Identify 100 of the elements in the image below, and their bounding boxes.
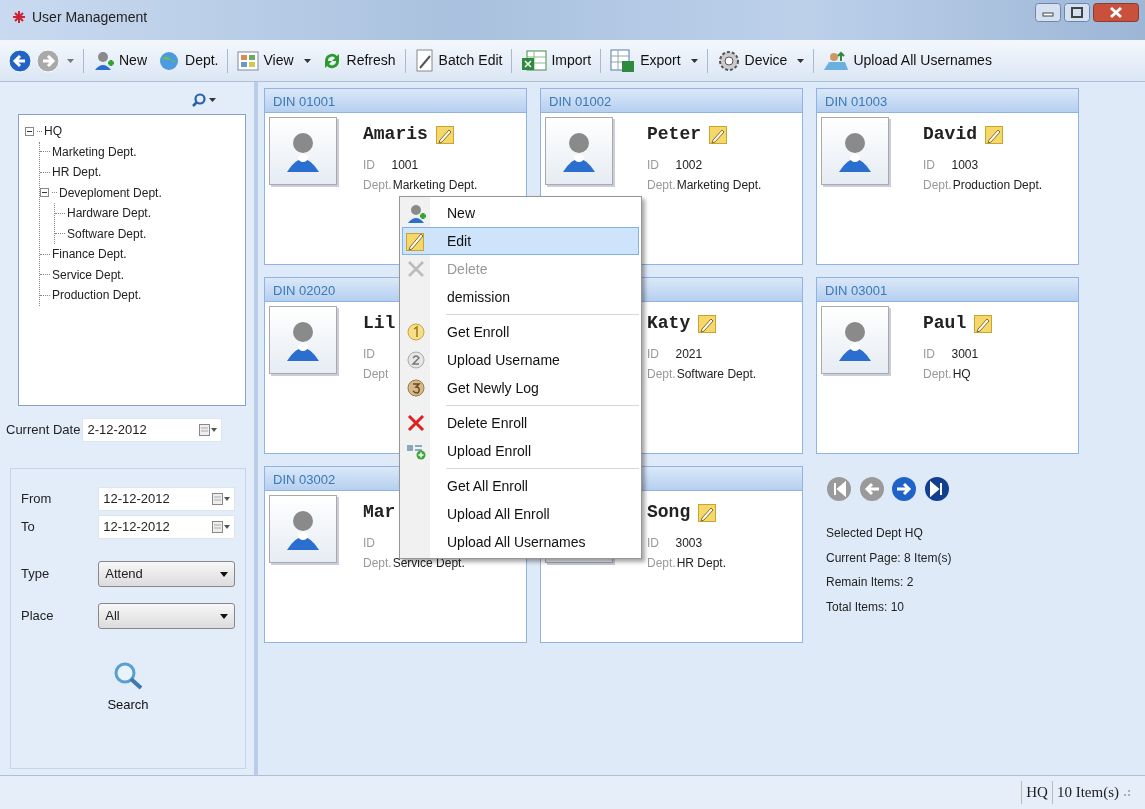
id-value: 1002 bbox=[675, 157, 703, 174]
dept-value: Software Dept. bbox=[676, 366, 757, 383]
toolbar-button[interactable]: Refresh bbox=[317, 47, 399, 74]
field-label: Dept. bbox=[363, 555, 392, 572]
id-value: 3003 bbox=[675, 535, 703, 552]
tree-item[interactable]: HR Dept. bbox=[52, 163, 102, 182]
dropdown-field[interactable]: Attend bbox=[98, 561, 235, 587]
cross-icon bbox=[407, 414, 425, 432]
field-label: ID bbox=[923, 157, 936, 174]
grid-view-icon bbox=[237, 49, 260, 72]
close-icon[interactable] bbox=[1093, 3, 1139, 23]
magnifier-icon bbox=[113, 661, 143, 691]
toolbar-button[interactable]: View bbox=[234, 47, 314, 74]
tree-item[interactable]: Software Dept. bbox=[67, 224, 147, 243]
user-name: Paul bbox=[923, 312, 967, 335]
collapse-toggle-icon[interactable] bbox=[40, 188, 49, 198]
edit-pencil-icon[interactable] bbox=[698, 314, 717, 333]
info-text: Total Items: 10 bbox=[826, 598, 906, 616]
resize-grip-icon bbox=[1123, 788, 1131, 797]
date-field[interactable]: 12-12-2012 bbox=[98, 515, 235, 539]
maximize-icon[interactable] bbox=[1063, 3, 1090, 23]
field-label: Dept. bbox=[923, 366, 952, 383]
edit-pencil-icon[interactable] bbox=[698, 503, 717, 522]
field-label: From bbox=[21, 490, 53, 509]
number-two-icon bbox=[407, 351, 425, 369]
din-label: DIN 03001 bbox=[825, 283, 888, 298]
info-text: Remain Items: 2 bbox=[826, 574, 915, 591]
user-add-icon bbox=[406, 203, 426, 223]
menu-item[interactable]: Edit bbox=[402, 227, 639, 255]
field-label: ID bbox=[363, 535, 376, 552]
toolbar-button[interactable]: Upload All Usernames bbox=[820, 47, 995, 74]
tree-item[interactable]: Service Dept. bbox=[52, 265, 125, 284]
dept-value: HQ bbox=[952, 366, 971, 383]
user-card[interactable]: DIN 03001 Paul ID 3001 Dept.HQ bbox=[816, 277, 1079, 454]
field-label: To bbox=[21, 518, 36, 537]
window-title: User Management bbox=[32, 7, 148, 27]
last-page-icon[interactable] bbox=[923, 476, 950, 502]
calendar-icon[interactable] bbox=[212, 521, 230, 533]
date-field[interactable]: 12-12-2012 bbox=[98, 487, 235, 511]
field-label: Dept. bbox=[647, 366, 676, 383]
tree-item[interactable]: Production Dept. bbox=[52, 286, 142, 305]
field-label: Type bbox=[21, 565, 51, 584]
tree-item[interactable]: Marketing Dept. bbox=[52, 142, 137, 161]
caret-icon[interactable] bbox=[209, 98, 216, 102]
id-value: 1003 bbox=[951, 157, 979, 174]
edit-pencil-icon[interactable] bbox=[985, 125, 1003, 144]
din-label: DIN 01003 bbox=[825, 94, 888, 109]
date-field[interactable]: 2-12-2012 bbox=[82, 418, 223, 442]
gear-icon bbox=[716, 48, 741, 73]
field-label: Dept. bbox=[363, 177, 392, 194]
calendar-icon[interactable] bbox=[199, 424, 218, 436]
user-name: Mar bbox=[363, 501, 396, 524]
status-text: HQ bbox=[1021, 781, 1052, 804]
user-name: Lil bbox=[363, 312, 396, 335]
app-icon bbox=[12, 10, 26, 24]
dept-value: Marketing Dept. bbox=[676, 177, 762, 194]
edit-pencil-icon[interactable] bbox=[709, 125, 727, 144]
field-label: Dept. bbox=[923, 177, 952, 194]
tree-item[interactable]: Finance Dept. bbox=[52, 245, 127, 264]
next-page-icon[interactable] bbox=[891, 476, 917, 502]
dropdown-field[interactable]: All bbox=[98, 603, 235, 629]
info-text: Current Page: 8 Item(s) bbox=[826, 549, 953, 567]
number-three-icon bbox=[407, 379, 425, 397]
document-pencil-icon bbox=[414, 48, 435, 73]
toolbar-button[interactable]: New bbox=[90, 47, 150, 74]
toolbar-button[interactable]: Device bbox=[713, 46, 808, 75]
user-add-icon bbox=[93, 49, 115, 72]
dept-value: Production Dept. bbox=[952, 177, 1043, 194]
globe-icon bbox=[157, 49, 181, 72]
calendar-icon[interactable] bbox=[212, 493, 230, 505]
toolbar-button[interactable]: Dept. bbox=[154, 47, 222, 74]
edit-pencil-icon[interactable] bbox=[974, 314, 993, 333]
field-label: ID bbox=[363, 157, 376, 174]
field-label: Current Date bbox=[6, 421, 81, 440]
user-name: Katy bbox=[647, 312, 691, 335]
id-value: 1001 bbox=[391, 157, 419, 174]
users-upload-icon bbox=[823, 49, 850, 72]
user-name: David bbox=[923, 123, 977, 146]
toolbar-button[interactable]: Batch Edit bbox=[411, 46, 506, 75]
spreadsheet-icon bbox=[521, 49, 548, 72]
search-icon[interactable] bbox=[191, 93, 206, 107]
toolbar-button[interactable]: Import bbox=[518, 47, 595, 74]
user-name: Amaris bbox=[363, 123, 428, 146]
search-button[interactable]: Search bbox=[104, 659, 152, 717]
tree-item[interactable]: Hardware Dept. bbox=[67, 204, 152, 223]
tree-item[interactable]: HQ bbox=[44, 122, 62, 141]
dept-value: Marketing Dept. bbox=[392, 177, 478, 194]
cross-icon bbox=[407, 260, 425, 278]
collapse-toggle-icon[interactable] bbox=[25, 126, 34, 136]
field-label: Dept bbox=[363, 366, 389, 383]
user-card[interactable]: DIN 01003 David ID 1003 Dept.Production Dept. bbox=[816, 88, 1079, 265]
number-one-icon bbox=[407, 323, 425, 341]
edit-pencil-icon[interactable] bbox=[435, 125, 454, 144]
field-label: ID bbox=[647, 535, 660, 552]
tree-item[interactable]: Deveploment Dept. bbox=[59, 183, 162, 202]
toolbar-button[interactable]: Export bbox=[607, 46, 701, 75]
dept-value: HR Dept. bbox=[676, 555, 727, 572]
spreadsheet-export-icon bbox=[610, 48, 637, 73]
list-add-icon bbox=[406, 442, 426, 460]
pencil-icon bbox=[406, 231, 426, 251]
